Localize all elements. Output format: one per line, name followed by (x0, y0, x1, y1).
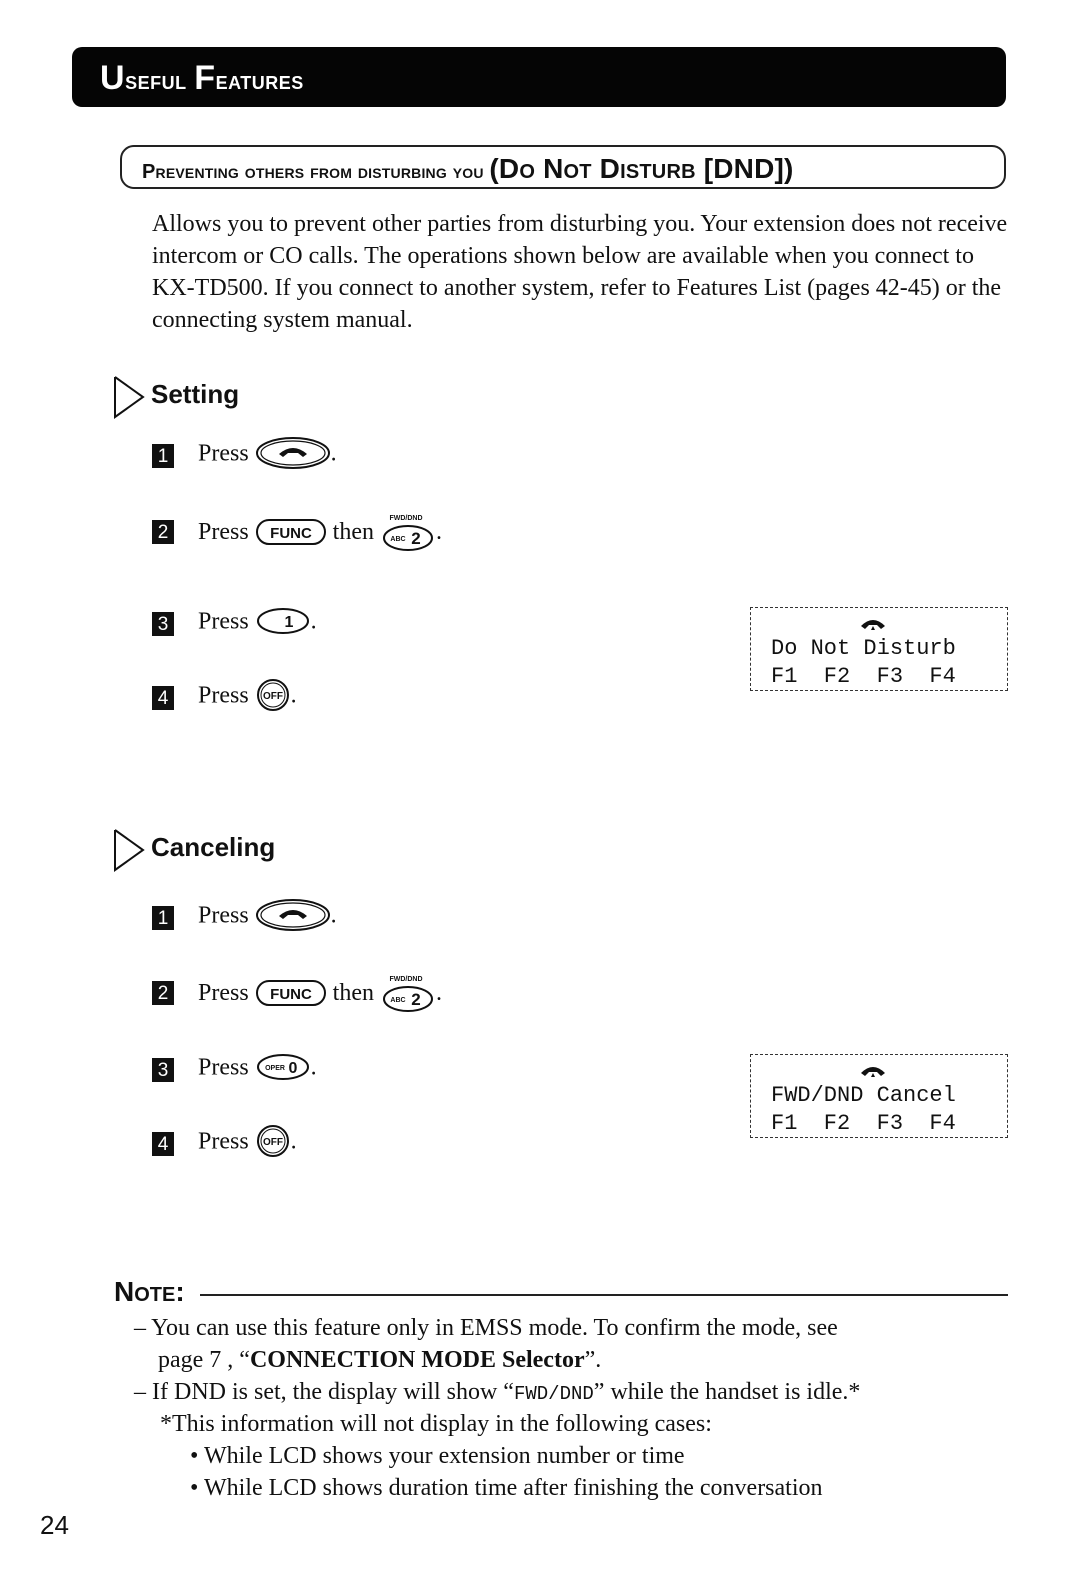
title-cap-2: F (194, 59, 216, 97)
handset-icon (861, 1067, 885, 1077)
setting-heading-label: Setting (151, 379, 240, 409)
key-1-icon: 1 (256, 608, 309, 635)
lcd-function-keys: F1 F2 F3 F4 (771, 1111, 956, 1136)
step-text: Press (198, 682, 249, 709)
svg-text:ABC: ABC (390, 536, 405, 543)
section-title-paren: (Do Not Disturb [DND]) (489, 153, 794, 184)
note-bullet-2: • While LCD shows duration time after fi… (190, 1472, 823, 1504)
note-item-2: – If DND is set, the display will show “… (134, 1376, 860, 1410)
step-period: . (290, 682, 297, 709)
step-text: Press (198, 1128, 249, 1155)
bullet-icon: • (190, 1475, 199, 1501)
step-number: 2 (152, 981, 174, 1005)
canceling-lcd-display: FWD/DND Cancel F1 F2 F3 F4 (750, 1054, 1008, 1138)
note-reference-link: CONNECTION MODE Selector (249, 1347, 585, 1373)
svg-text:ABC: ABC (390, 997, 405, 1004)
triangle-pointer-icon (114, 376, 145, 419)
title-rest-1: seful (125, 65, 195, 95)
step-number: 4 (152, 686, 174, 710)
canceling-heading-label: Canceling (151, 832, 276, 862)
svg-text:0: 0 (288, 1060, 297, 1077)
note-text: ”. (584, 1347, 602, 1373)
lcd-function-keys: F1 F2 F3 F4 (771, 664, 956, 689)
func-key-icon: FUNC (255, 980, 326, 1006)
step-period: . (330, 902, 337, 929)
step-text: Press (198, 1054, 249, 1081)
oper-0-key-icon: OPER 0 (256, 1054, 309, 1081)
step-period: . (310, 1054, 317, 1081)
page-number: 24 (40, 1510, 69, 1540)
svg-text:2: 2 (411, 990, 420, 1009)
svg-text:FUNC: FUNC (270, 986, 312, 1003)
handset-icon (861, 620, 885, 630)
svg-text:OFF: OFF (263, 1137, 283, 1148)
step-period: . (436, 980, 442, 1006)
section-title-box: Preventing others from disturbing you (D… (120, 145, 1006, 189)
chapter-title: Useful Features (100, 59, 304, 98)
step-number: 3 (152, 1058, 174, 1082)
intro-paragraph: Allows you to prevent other parties from… (152, 211, 1008, 333)
note-text: You can use this feature only in EMSS mo… (151, 1315, 838, 1341)
section-title: Preventing others from disturbing you (D… (142, 153, 794, 185)
step-number: 3 (152, 612, 174, 636)
svg-text:OFF: OFF (263, 691, 283, 702)
step-text: Press (198, 902, 249, 929)
note-divider (200, 1294, 1008, 1296)
talk-key-icon (255, 899, 330, 932)
note-text: ” while the handset is idle.* (593, 1379, 861, 1405)
step-number: 1 (152, 444, 174, 468)
step-period: . (330, 440, 337, 467)
note-item-1: – You can use this feature only in EMSS … (134, 1312, 838, 1344)
step-text: Press (198, 440, 249, 467)
off-key-icon: OFF (256, 679, 289, 712)
step-text: Press (198, 608, 249, 635)
step-number: 1 (152, 906, 174, 930)
note-dash: – (134, 1379, 146, 1405)
note-text: While LCD shows duration time after fini… (203, 1475, 823, 1501)
note-bullet-1: • While LCD shows your extension number … (190, 1440, 685, 1472)
svg-text:2: 2 (411, 529, 420, 548)
lcd-line-1: Do Not Disturb (771, 636, 956, 661)
note-lcd-text: FWD/DND (513, 1383, 594, 1405)
svg-text:OPER: OPER (265, 1065, 285, 1072)
note-text: While LCD shows your extension number or… (203, 1443, 685, 1469)
func-key-icon: FUNC (255, 519, 326, 545)
step-text-then: then (332, 519, 374, 545)
svg-text:1: 1 (284, 614, 293, 631)
triangle-pointer-icon (114, 829, 145, 872)
talk-key-icon (255, 437, 330, 470)
title-cap-1: U (100, 59, 126, 97)
svg-text:FWD/DND: FWD/DND (389, 976, 422, 983)
note-dash: – (134, 1315, 146, 1341)
step-number: 4 (152, 1132, 174, 1156)
fwd-dnd-2-key-icon: FWD/DND ABC 2 (383, 515, 433, 551)
step-period: . (436, 519, 442, 545)
note-heading: Note: (114, 1276, 185, 1307)
fwd-dnd-2-key-icon: FWD/DND ABC 2 (383, 976, 433, 1012)
note-footnote: *This information will not display in th… (160, 1411, 712, 1437)
bullet-icon: • (190, 1443, 199, 1469)
note-text: If DND is set, the display will show “ (152, 1379, 514, 1405)
step-period: . (310, 608, 317, 635)
svg-text:FWD/DND: FWD/DND (389, 515, 422, 522)
off-key-icon: OFF (256, 1125, 289, 1158)
svg-text:FUNC: FUNC (270, 525, 312, 542)
step-text-then: then (332, 980, 374, 1006)
setting-lcd-display: Do Not Disturb F1 F2 F3 F4 (750, 607, 1008, 691)
step-period: . (290, 1128, 297, 1155)
note-item-1-cont: page 7 , “CONNECTION MODE Selector”. (158, 1344, 601, 1376)
step-number: 2 (152, 520, 174, 544)
note-text: page 7 , “ (158, 1347, 250, 1373)
title-rest-2: eatures (215, 65, 304, 95)
step-text: Press (198, 519, 249, 545)
section-title-main: Preventing others from disturbing you (142, 161, 490, 183)
lcd-line-1: FWD/DND Cancel (771, 1083, 956, 1108)
chapter-banner: Useful Features (72, 47, 1006, 107)
step-text: Press (198, 980, 249, 1006)
